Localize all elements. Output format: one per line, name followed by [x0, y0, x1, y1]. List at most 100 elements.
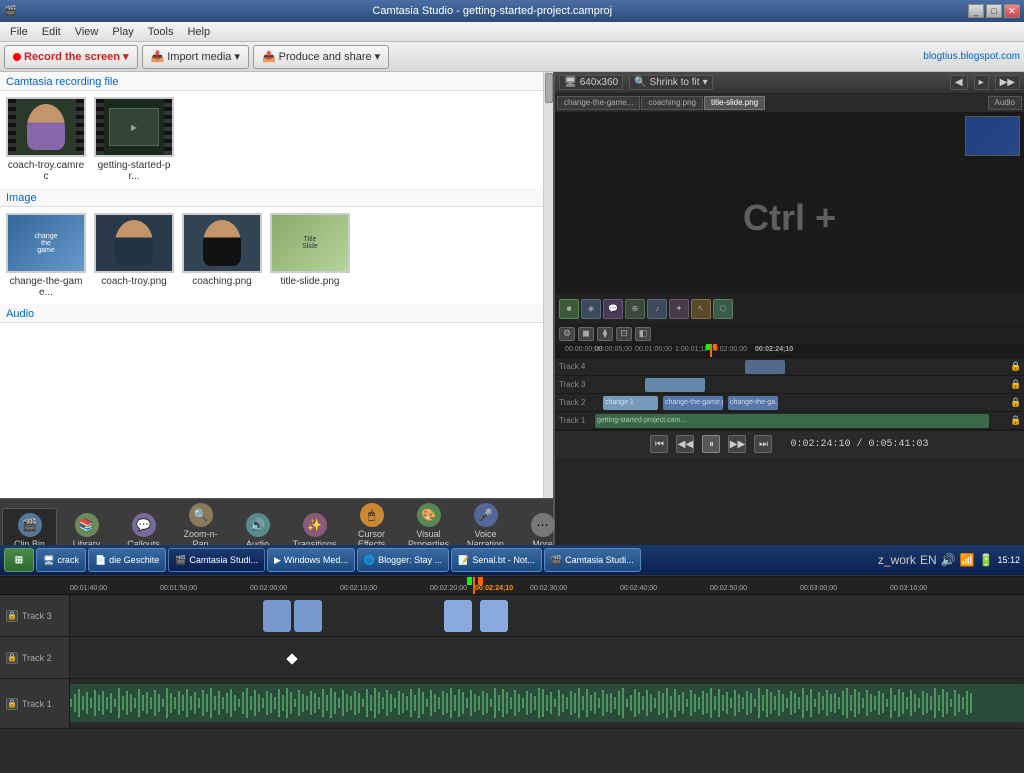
mini-track-2-clip3[interactable]: change-the-ga...: [728, 396, 778, 410]
media-item-coaching-png[interactable]: coaching.png: [182, 213, 262, 298]
mini-tl-btn-settings[interactable]: ⚙: [559, 327, 575, 341]
mini-track-3-lock[interactable]: 🔒: [1010, 379, 1024, 390]
import-media-button[interactable]: 📥 Import media ▾: [142, 45, 249, 69]
track-3-clip-3[interactable]: [444, 600, 472, 632]
network-icon: 📶: [960, 553, 975, 567]
media-item-coach-troy-camrec[interactable]: coach-troy.camrec: [6, 97, 86, 182]
produce-dropdown-icon: ▾: [375, 50, 381, 63]
audio-waveform-svg: [70, 684, 1024, 722]
menu-view[interactable]: View: [69, 24, 105, 40]
mini-track-1-clip[interactable]: getting-started-project.cam...: [595, 414, 989, 428]
media-item-title-slide[interactable]: TitleSlide title-slide.png: [270, 213, 350, 298]
preview-size-selector[interactable]: 🖥 640x360: [559, 75, 623, 90]
taskbar-windows-media[interactable]: ▶ Windows Med...: [267, 548, 355, 572]
thumb-getting-started: ▶: [94, 97, 174, 157]
mini-track-2-clip1[interactable]: change 1: [603, 396, 658, 410]
thumb-change-game: changethegame: [6, 213, 86, 273]
watermark-text: Ctrl +: [743, 197, 836, 239]
battery-icon: 🔋: [979, 553, 994, 567]
label-coach-troy-camrec: coach-troy.camrec: [6, 160, 86, 182]
mini-tool-zoom[interactable]: ⊕: [625, 299, 645, 319]
import-dropdown-icon: ▾: [234, 50, 240, 63]
preview-btn2[interactable]: ▸: [974, 75, 989, 90]
mini-tl-btn-2[interactable]: ⧫: [597, 327, 613, 341]
mini-tool-trans[interactable]: ✦: [669, 299, 689, 319]
preview-btn1[interactable]: ◀: [950, 75, 968, 90]
label-change-game: change-the-game...: [6, 276, 86, 298]
media-item-change-game[interactable]: changethegame change-the-game...: [6, 213, 86, 298]
mini-playhead: [710, 344, 712, 357]
mini-track-1-lock[interactable]: 🔒: [1010, 415, 1024, 426]
step-forward-button[interactable]: ▶▶: [728, 435, 746, 453]
go-to-end-button[interactable]: ⏭: [754, 435, 772, 453]
preview-toolbar: 🖥 640x360 🔍 Shrink to fit ▾ ◀ ▸ ▶▶: [555, 72, 1024, 94]
track-2-lock[interactable]: 🔒: [6, 652, 18, 664]
mini-tool-call[interactable]: 💬: [603, 299, 623, 319]
media-item-coach-troy-png[interactable]: coach-troy.png: [94, 213, 174, 298]
title-bar: 🎬 Camtasia Studio - getting-started-proj…: [0, 0, 1024, 22]
taskbar-die-geschite[interactable]: 📄 die Geschite: [88, 548, 166, 572]
preview-tab-title-slide[interactable]: title-slide.png: [704, 96, 765, 110]
mini-tool-cursor[interactable]: ↖: [691, 299, 711, 319]
mini-track-4-clip[interactable]: [745, 360, 785, 374]
preview-tab-change-game[interactable]: change-the-game...: [557, 96, 640, 110]
taskbar-blogger-icon: 🌐: [364, 555, 375, 566]
scrollbar-thumb[interactable]: [545, 73, 553, 103]
mini-tool-audio[interactable]: ♪: [647, 299, 667, 319]
track-3-clip-4[interactable]: [480, 600, 508, 632]
track-3-lock[interactable]: 🔒: [6, 610, 18, 622]
record-screen-button[interactable]: Record the screen ▾: [4, 45, 138, 69]
taskbar-blogger[interactable]: 🌐 Blogger: Stay ...: [357, 548, 449, 572]
preview-area: change-the-game... coaching.png title-sl…: [555, 94, 1024, 324]
mini-tool-clip[interactable]: ■: [559, 299, 579, 319]
play-pause-button[interactable]: ⏸: [702, 435, 720, 453]
mini-track-4-lock[interactable]: 🔒: [1010, 361, 1024, 372]
menu-tools[interactable]: Tools: [142, 24, 180, 40]
taskbar-camtasia-2[interactable]: 🎬 Camtasia Studi...: [544, 548, 641, 572]
track-1-row: 🔒 Track 1: [0, 679, 1024, 729]
track-2-content: [70, 637, 1024, 678]
mini-tool-visual[interactable]: ⬡: [713, 299, 733, 319]
taskbar-camtasia-1[interactable]: 🎬 Camtasia Studi...: [168, 548, 265, 572]
menu-edit[interactable]: Edit: [36, 24, 67, 40]
clip-bin-icon: 🎬: [18, 513, 42, 537]
audio-icon: 🔊: [246, 513, 270, 537]
taskbar-senal[interactable]: 📝 Senal.bt - Not...: [451, 548, 542, 572]
clip-bin-scrollbar[interactable]: [543, 72, 553, 498]
mini-tool-lib[interactable]: ◈: [581, 299, 601, 319]
track-1-lock[interactable]: 🔒: [6, 698, 18, 710]
menu-help[interactable]: Help: [181, 24, 216, 40]
go-to-start-button[interactable]: ⏮: [650, 435, 668, 453]
menu-play[interactable]: Play: [106, 24, 139, 40]
timeline-playhead[interactable]: [473, 577, 475, 594]
mini-track-2-lock[interactable]: 🔒: [1010, 397, 1024, 408]
callouts-icon: 💬: [132, 513, 156, 537]
mini-track-3-clip1[interactable]: [645, 378, 705, 392]
close-button[interactable]: ✕: [1004, 4, 1020, 18]
transitions-icon: ✨: [303, 513, 327, 537]
produce-share-button[interactable]: 📤 Produce and share ▾: [253, 45, 389, 69]
taskbar-crack[interactable]: 🖥 crack: [36, 548, 86, 572]
preview-btn3[interactable]: ▶▶: [995, 75, 1020, 90]
taskbar-die-icon: 📄: [95, 555, 106, 566]
track-2-header: 🔒 Track 2: [0, 637, 70, 678]
mini-tl-btn-1[interactable]: ◼: [578, 327, 594, 341]
menu-file[interactable]: File: [4, 24, 34, 40]
minimize-button[interactable]: _: [968, 4, 984, 18]
mini-tl-btn-4[interactable]: ◧: [635, 327, 651, 341]
step-back-button[interactable]: ◀◀: [676, 435, 694, 453]
ruler-mark-1: 00:01:40;00: [70, 585, 107, 592]
maximize-button[interactable]: □: [986, 4, 1002, 18]
track-1-name: Track 1: [22, 699, 52, 709]
media-item-getting-started[interactable]: ▶ getting-started-pr...: [94, 97, 174, 182]
recording-section-header: Camtasia recording file: [0, 72, 553, 91]
mini-track-2-clip2[interactable]: change-the-game.png: [663, 396, 723, 410]
track-3-clip-2[interactable]: [294, 600, 322, 632]
track-1-audio-clip[interactable]: [70, 684, 1024, 722]
mini-tl-btn-3[interactable]: ⊡: [616, 327, 632, 341]
preview-tab-audio[interactable]: Audio: [988, 96, 1022, 110]
track-3-clip-1[interactable]: [263, 600, 291, 632]
start-button[interactable]: ⊞: [4, 548, 34, 572]
preview-fit-selector[interactable]: 🔍 Shrink to fit ▾: [629, 75, 713, 90]
preview-tab-coaching[interactable]: coaching.png: [641, 96, 703, 110]
